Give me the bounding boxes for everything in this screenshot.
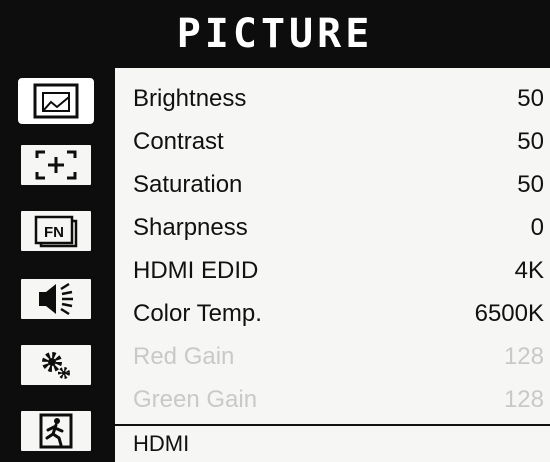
menu-item-value: 50	[517, 84, 544, 112]
gears-icon	[42, 352, 70, 379]
menu-item-value: 0	[530, 213, 544, 241]
menu-item-contrast[interactable]: Contrast 50	[115, 120, 550, 163]
speaker-icon	[39, 282, 73, 316]
sidebar-item-function[interactable]: FN	[18, 208, 94, 254]
status-bar: HDMI	[115, 424, 550, 462]
menu-item-value: 128	[503, 385, 544, 413]
sidebar: FN	[0, 68, 115, 462]
menu-item-brightness[interactable]: Brightness 50	[115, 77, 550, 120]
menu-item-sharpness[interactable]: Sharpness 0	[115, 206, 550, 249]
menu-item-label: Brightness	[133, 84, 247, 112]
sidebar-item-picture[interactable]	[18, 78, 94, 124]
fn-key-icon: FN	[34, 215, 78, 248]
osd-menu: PICTURE FN Brightness 50 Contrast 50 Sat…	[0, 0, 550, 462]
picture-icon	[33, 83, 79, 119]
menu-item-label: Contrast	[133, 127, 224, 155]
menu-item-saturation[interactable]: Saturation 50	[115, 163, 550, 206]
menu-item-label: Green Gain	[133, 385, 258, 413]
menu-item-color-temp[interactable]: Color Temp. 6500K	[115, 292, 550, 335]
menu-item-label: HDMI EDID	[133, 256, 259, 284]
menu-item-value: 4K	[514, 256, 544, 284]
menu-item-hdmi-edid[interactable]: HDMI EDID 4K	[115, 249, 550, 292]
page-title: PICTURE	[176, 11, 374, 57]
marker-crosshair-icon	[35, 150, 77, 180]
svg-text:FN: FN	[44, 224, 64, 241]
title-bar: PICTURE	[0, 0, 550, 68]
menu-item-label: Sharpness	[133, 213, 248, 241]
sidebar-item-audio[interactable]	[18, 276, 94, 322]
sidebar-item-marker[interactable]	[18, 142, 94, 188]
menu-item-value: 6500K	[474, 299, 544, 327]
sidebar-item-system[interactable]	[18, 342, 94, 388]
menu-item-red-gain: Red Gain 128	[115, 335, 550, 378]
menu-item-value: 128	[503, 342, 544, 370]
menu-item-label: Color Temp.	[133, 299, 262, 327]
exit-icon	[39, 413, 73, 449]
menu-item-value: 50	[517, 127, 544, 155]
menu-item-label: Red Gain	[133, 342, 235, 370]
menu-item-value: 50	[517, 170, 544, 198]
menu-item-label: Saturation	[133, 170, 243, 198]
menu-list: Brightness 50 Contrast 50 Saturation 50 …	[115, 68, 550, 462]
input-source-label: HDMI	[133, 431, 190, 456]
sidebar-item-exit[interactable]	[18, 408, 94, 454]
menu-item-green-gain: Green Gain 128	[115, 378, 550, 421]
